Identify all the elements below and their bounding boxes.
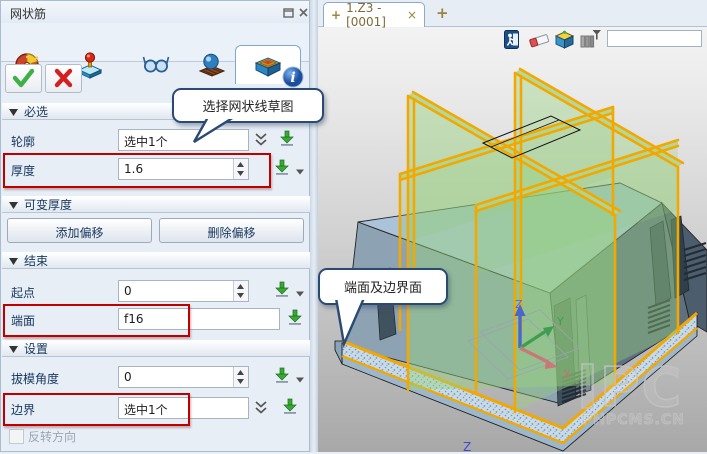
axis-y-label: Y (556, 315, 564, 328)
start-label: 起点 (11, 284, 35, 301)
thickness-pick-arrow-icon[interactable] (273, 158, 291, 179)
panel-splitter[interactable] (310, 0, 318, 452)
boundary-pick-arrow-icon[interactable] (281, 397, 299, 418)
start-dropdown-caret-icon[interactable] (295, 287, 305, 301)
collapse-triangle-icon (9, 201, 18, 209)
section-variable-title: 可变厚度 (24, 196, 72, 213)
float-window-icon[interactable] (282, 6, 295, 19)
callout-end-face-tail (330, 300, 376, 350)
show-target-box-icon[interactable] (554, 29, 575, 53)
collapse-triangle-icon (9, 108, 18, 116)
end-face-highlight-box (3, 304, 190, 337)
reverse-direction-label: 反转方向 (28, 428, 76, 445)
contour-expand-chevrons-icon[interactable] (253, 131, 269, 151)
tab-title: 1.Z3 - [0001] (346, 1, 402, 29)
dialog-toolbar (1, 23, 309, 62)
contour-label: 轮廓 (11, 133, 35, 150)
dialog-title: 网状筋 (10, 5, 46, 22)
tab-plus-icon: + (331, 8, 341, 22)
filter-input[interactable] (607, 30, 702, 47)
reverse-direction-checkbox[interactable] (9, 429, 24, 444)
end-face-pick-arrow-icon[interactable] (286, 308, 304, 329)
callout-sketch-tail (188, 119, 240, 145)
section-settings-title: 设置 (24, 340, 48, 357)
watermark-text: PHPCMS.CN (582, 412, 685, 428)
add-offset-button[interactable]: 添加偏移 (7, 218, 152, 243)
draft-pick-arrow-icon[interactable] (273, 366, 291, 387)
start-pick-arrow-icon[interactable] (273, 280, 291, 301)
start-field[interactable]: 0 (118, 280, 249, 302)
close-icon[interactable] (297, 6, 310, 19)
draft-spinner[interactable] (233, 367, 248, 387)
axis-x-label: X (563, 368, 571, 381)
ok-button[interactable] (5, 64, 42, 93)
boundary-expand-chevrons-icon[interactable] (253, 399, 269, 419)
callout-sketch: 选择网状线草图 (172, 88, 324, 123)
sphere-icon[interactable] (197, 49, 227, 79)
model-3d-view[interactable]: Z Y X PC PHPCMS.CN (318, 0, 707, 452)
new-tab-button[interactable]: + (436, 4, 449, 22)
collapse-triangle-icon (9, 257, 18, 265)
section-end[interactable]: 结束 (2, 252, 310, 269)
section-settings[interactable]: 设置 (2, 340, 310, 357)
dialog-titlebar: 网状筋 (1, 1, 309, 23)
draft-angle-field[interactable]: 0 (118, 366, 249, 388)
glasses-icon[interactable] (141, 49, 171, 79)
tab-close-icon[interactable]: × (407, 8, 417, 22)
thickness-highlight-box (3, 153, 271, 188)
section-end-title: 结束 (24, 252, 48, 269)
contour-pick-arrow-icon[interactable] (278, 129, 296, 150)
document-tab[interactable]: + 1.Z3 - [0001] × (323, 2, 425, 27)
watermark-logo: PC (600, 356, 683, 419)
draft-dropdown-caret-icon[interactable] (295, 373, 305, 387)
thickness-dropdown-caret-icon[interactable] (295, 165, 305, 179)
filter-icon[interactable] (580, 29, 602, 53)
mesh-rib-box-icon[interactable] (253, 50, 283, 80)
boundary-highlight-box (3, 393, 190, 426)
draft-angle-label: 拔模角度 (11, 370, 59, 387)
mesh-rib-dialog: 网状筋 (0, 0, 310, 452)
section-variable-thickness[interactable]: 可变厚度 (2, 196, 310, 213)
graphics-viewport[interactable]: + 1.Z3 - [0001] × + (318, 0, 707, 452)
info-button[interactable]: i (281, 65, 305, 89)
cancel-button[interactable] (45, 64, 82, 93)
start-spinner[interactable] (233, 281, 248, 301)
delete-offset-button[interactable]: 删除偏移 (159, 218, 304, 243)
eraser-icon[interactable] (528, 29, 551, 53)
exit-sketch-icon[interactable] (504, 29, 521, 53)
svg-text:i: i (290, 70, 295, 86)
collapse-triangle-icon (9, 345, 18, 353)
section-required-title: 必选 (24, 103, 48, 120)
axis-z-label: Z (515, 298, 523, 311)
